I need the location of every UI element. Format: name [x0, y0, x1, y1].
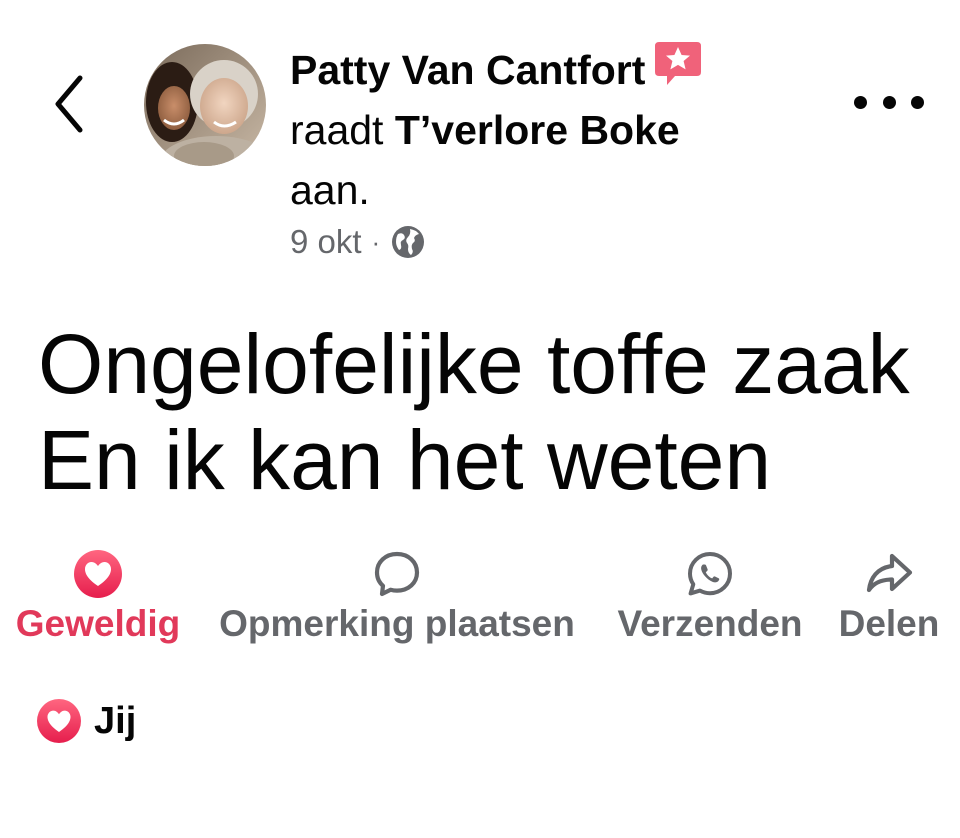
recommend-verb: raadt: [290, 107, 384, 153]
globe-icon[interactable]: [390, 224, 426, 260]
page-name[interactable]: T’verlore Boke: [395, 107, 680, 153]
reactions-summary[interactable]: Jij: [36, 698, 136, 744]
share-label: Delen: [838, 603, 940, 644]
love-reaction-label: Geweldig: [15, 603, 181, 644]
post-line: En ik kan het weten: [38, 413, 772, 507]
separator-dot: ·: [371, 226, 381, 257]
love-reaction-button[interactable]: Geweldig: [10, 548, 186, 646]
heart-icon: [37, 699, 81, 743]
send-button[interactable]: Verzenden: [608, 548, 812, 646]
reactor-name: Jij: [94, 699, 137, 742]
whatsapp-icon: [688, 552, 732, 596]
send-label: Verzenden: [617, 603, 803, 644]
post-line: Ongelofelijke toffe zaak: [38, 317, 910, 411]
recommendation-star-icon: [655, 42, 702, 85]
timestamp[interactable]: 9 okt: [290, 223, 362, 261]
post-header: Patty Van Cantfort raadt T’verlore Boke …: [290, 40, 810, 220]
comment-label: Opmerking plaatsen: [219, 603, 575, 644]
recommend-suffix: aan.: [290, 167, 370, 213]
share-arrow-icon: [866, 553, 913, 593]
action-bar: Geweldig Opmerking plaatsen Verzenden De…: [0, 548, 960, 648]
post-text: Ongelofelijke toffe zaak En ik kan het w…: [38, 316, 938, 508]
post-meta: 9 okt ·: [290, 222, 426, 262]
more-options-button[interactable]: [854, 80, 924, 124]
chevron-left-icon: [55, 75, 83, 133]
share-button[interactable]: Delen: [834, 548, 944, 646]
comment-bubble-icon: [374, 551, 420, 597]
back-button[interactable]: [48, 72, 92, 136]
more-dots-icon: [854, 95, 867, 109]
avatar[interactable]: [144, 44, 266, 166]
author-name[interactable]: Patty Van Cantfort: [290, 47, 645, 93]
comment-button[interactable]: Opmerking plaatsen: [206, 548, 588, 646]
heart-icon: [74, 550, 122, 598]
